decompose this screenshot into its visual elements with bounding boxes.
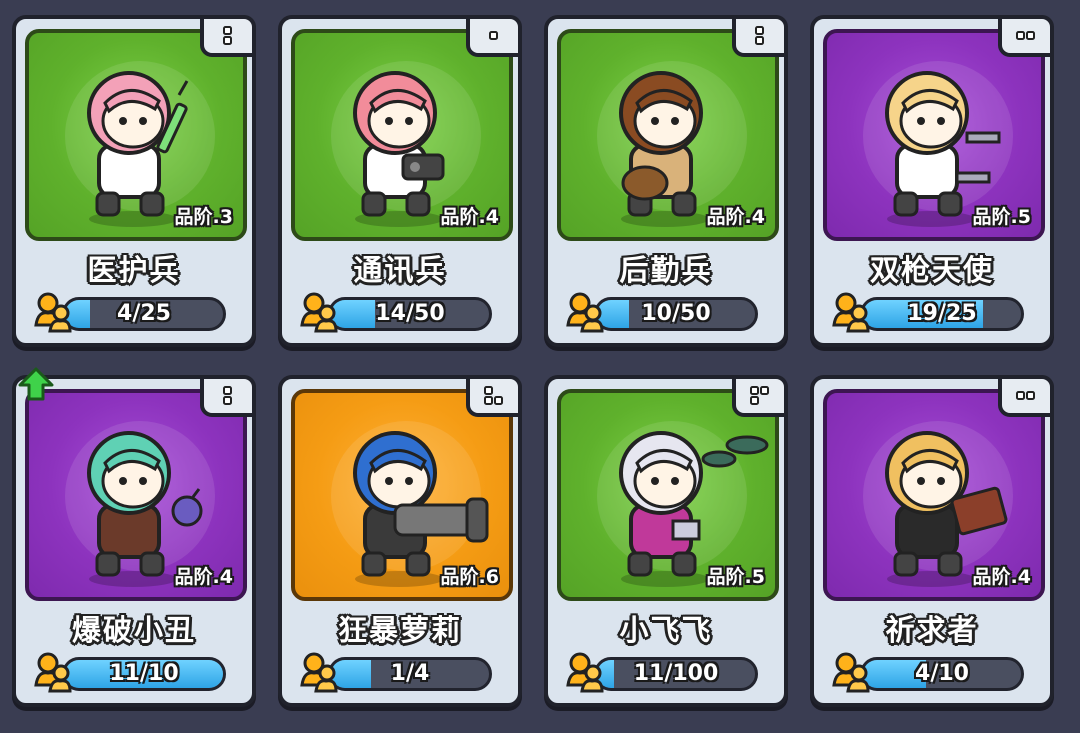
shard-icon — [30, 651, 74, 697]
rank-pip-icon — [466, 15, 522, 57]
hero-grade: 品阶.6 — [440, 566, 499, 588]
hero-card[interactable]: 品阶.4 爆破小丑 11/10 — [12, 367, 256, 707]
rank-pip-icon — [998, 375, 1054, 417]
shard-icon — [562, 291, 606, 337]
hero-name: 爆破小丑 — [71, 613, 196, 647]
hero-name: 小飞飞 — [619, 613, 713, 647]
hero-grade: 品阶.4 — [706, 206, 765, 228]
shard-progress-text: 4/25 — [117, 301, 171, 326]
shard-progress-text: 11/100 — [633, 661, 719, 686]
hero-portrait[interactable]: 品阶.4 — [291, 29, 513, 241]
hero-name: 通讯兵 — [353, 253, 447, 287]
hero-grade: 品阶.4 — [174, 566, 233, 588]
shard-icon — [30, 291, 74, 337]
rank-pip-icon — [200, 15, 256, 57]
rank-pip-icon — [732, 375, 788, 417]
hero-grade: 品阶.5 — [706, 566, 765, 588]
upgrade-arrow-icon[interactable] — [16, 365, 56, 405]
hero-card[interactable]: 品阶.4 祈求者 4/10 — [810, 375, 1054, 707]
hero-grade: 品阶.3 — [174, 206, 233, 228]
shard-icon — [296, 651, 340, 697]
hero-card[interactable]: 品阶.5 双枪天使 19/25 — [810, 15, 1054, 347]
shard-progress-bar: 14/50 — [328, 297, 492, 331]
hero-card[interactable]: 品阶.3 医护兵 4/25 — [12, 15, 256, 347]
shard-progress-bar: 4/10 — [860, 657, 1024, 691]
shard-progress-text: 1/4 — [390, 661, 430, 686]
hero-card[interactable]: 品阶.4 后勤兵 10/50 — [544, 15, 788, 347]
hero-name: 祈求者 — [885, 613, 979, 647]
hero-portrait[interactable]: 品阶.4 — [823, 389, 1045, 601]
rank-pip-icon — [200, 375, 256, 417]
shard-icon — [828, 651, 872, 697]
hero-portrait[interactable]: 品阶.6 — [291, 389, 513, 601]
hero-portrait[interactable]: 品阶.4 — [557, 29, 779, 241]
shard-progress-text: 11/10 — [109, 661, 179, 686]
hero-grade: 品阶.4 — [972, 566, 1031, 588]
hero-portrait[interactable]: 品阶.5 — [557, 389, 779, 601]
shard-progress-bar: 11/100 — [594, 657, 758, 691]
rank-pip-icon — [466, 375, 522, 417]
hero-name: 双枪天使 — [869, 253, 994, 287]
hero-portrait[interactable]: 品阶.3 — [25, 29, 247, 241]
rank-pip-icon — [998, 15, 1054, 57]
hero-name: 狂暴萝莉 — [337, 613, 462, 647]
hero-card[interactable]: 品阶.6 狂暴萝莉 1/4 — [278, 375, 522, 707]
shard-progress-bar: 19/25 — [860, 297, 1024, 331]
hero-name: 医护兵 — [87, 253, 181, 287]
shard-progress-bar: 1/4 — [328, 657, 492, 691]
hero-card[interactable]: 品阶.5 小飞飞 11/100 — [544, 375, 788, 707]
hero-card[interactable]: 品阶.4 通讯兵 14/50 — [278, 15, 522, 347]
shard-icon — [296, 291, 340, 337]
hero-portrait[interactable]: 品阶.5 — [823, 29, 1045, 241]
shard-progress-text: 4/10 — [915, 661, 969, 686]
hero-name: 后勤兵 — [619, 253, 713, 287]
shard-icon — [828, 291, 872, 337]
rank-pip-icon — [732, 15, 788, 57]
shard-progress-bar: 4/25 — [62, 297, 226, 331]
shard-progress-bar: 10/50 — [594, 297, 758, 331]
shard-icon — [562, 651, 606, 697]
shard-progress-text: 19/25 — [907, 301, 977, 326]
hero-grid: 品阶.3 医护兵 4/25 品阶.4 通讯兵 14/50 品阶.4 后勤兵 10… — [12, 15, 1068, 715]
shard-progress-text: 10/50 — [641, 301, 711, 326]
hero-grade: 品阶.5 — [972, 206, 1031, 228]
hero-grade: 品阶.4 — [440, 206, 499, 228]
shard-progress-text: 14/50 — [375, 301, 445, 326]
shard-progress-bar: 11/10 — [62, 657, 226, 691]
hero-portrait[interactable]: 品阶.4 — [25, 389, 247, 601]
